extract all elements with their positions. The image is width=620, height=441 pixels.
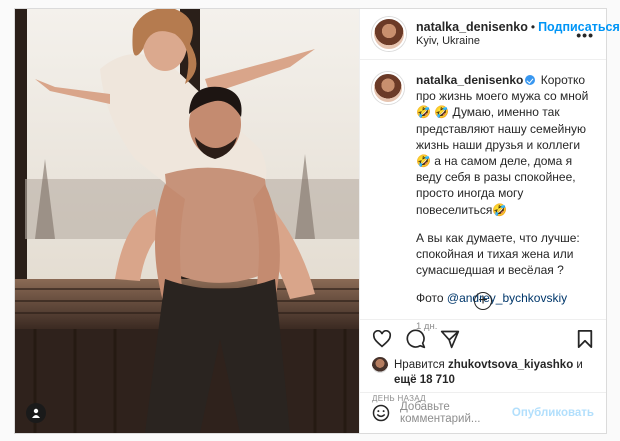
post-photo[interactable]	[15, 9, 359, 433]
tag-user-button[interactable]	[26, 403, 46, 423]
separator-dot: •	[530, 20, 536, 34]
photo-credit-prefix: Фото	[416, 291, 447, 306]
comment-icon[interactable]	[406, 329, 426, 349]
smiley-icon[interactable]	[372, 404, 390, 422]
caption-author-avatar[interactable]	[372, 72, 404, 104]
photographer-mention[interactable]: @andrey_bychkovskiy	[447, 291, 567, 305]
likes-count-link[interactable]: ещё 18 710	[394, 374, 455, 386]
caption-author-username[interactable]: natalka_denisenko	[416, 73, 523, 87]
paper-plane-icon[interactable]	[440, 329, 460, 349]
action-bar	[372, 320, 594, 358]
comments-section: natalka_denisenko Коротко про жизнь моег…	[360, 60, 606, 332]
user-tag-icon	[32, 408, 40, 418]
likes-conjunction: и	[573, 359, 583, 371]
likes-summary: Нравится zhukovtsova_kiyashko и ещё 18 7…	[372, 357, 594, 388]
publish-button[interactable]: Опубликовать	[512, 407, 594, 419]
more-options-button[interactable]: •••	[576, 27, 594, 43]
likes-prefix: Нравится	[394, 359, 448, 371]
actions-section: Нравится zhukovtsova_kiyashko и ещё 18 7…	[360, 319, 606, 403]
caption-photo-credit: Фото @andrey_bychkovskiy	[416, 290, 594, 306]
post-sidebar: natalka_denisenko • Подписаться Kyiv, Ukra…	[359, 9, 620, 433]
verified-badge-icon	[525, 75, 536, 85]
liker-username[interactable]: zhukovtsova_kiyashko	[448, 359, 573, 371]
post-header: natalka_denisenko • Подписаться Kyiv, Ukra…	[360, 9, 620, 60]
add-comment-bar: Добавьте комментарий... Опубликовать	[360, 392, 606, 433]
bookmark-icon[interactable]	[576, 329, 594, 349]
load-more-comments-button[interactable]: +	[474, 292, 492, 310]
author-username[interactable]: natalka_denisenko	[416, 20, 528, 34]
instagram-post: natalka_denisenko • Подписаться Kyiv, Ukra…	[14, 8, 620, 434]
liker-avatar[interactable]	[372, 357, 388, 373]
heart-icon[interactable]	[372, 330, 392, 348]
caption-text-main: Коротко про жизнь моего мужа со мной 🤣 🤣…	[416, 73, 589, 217]
caption-text-question: А вы как думаете, что лучше: спокойная и…	[416, 230, 580, 278]
author-avatar[interactable]	[372, 17, 406, 51]
comment-input[interactable]: Добавьте комментарий...	[400, 401, 512, 425]
photo-image	[15, 9, 359, 433]
